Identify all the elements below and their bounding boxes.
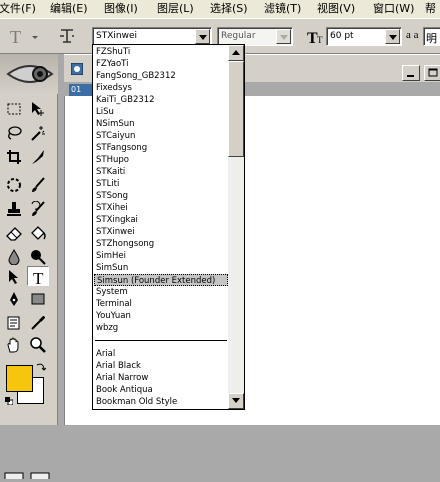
history-brush-icon[interactable]	[27, 199, 49, 219]
hand-icon[interactable]	[3, 335, 25, 355]
font-list: FZShuTi FZYaoTi FangSong_GB2312 Fixedsys…	[93, 45, 229, 409]
svg-text:T: T	[10, 27, 21, 47]
chevron-down-icon[interactable]	[195, 29, 210, 44]
font-option[interactable]: STXinwei	[94, 226, 228, 238]
font-option[interactable]: STXingkai	[94, 214, 228, 226]
font-option[interactable]: STZhongsong	[94, 238, 228, 250]
font-option[interactable]: STHupo	[94, 154, 228, 166]
scroll-down-button[interactable]	[228, 393, 244, 409]
font-option[interactable]: wbzg	[94, 322, 228, 334]
foreground-color-swatch[interactable]	[6, 365, 33, 392]
maximize-button[interactable]	[424, 65, 440, 81]
font-option[interactable]: STKaiti	[94, 166, 228, 178]
zoom-icon[interactable]	[27, 335, 49, 355]
font-option[interactable]: FangSong_GB2312	[94, 70, 228, 82]
font-option[interactable]: LiSu	[94, 106, 228, 118]
menu-help[interactable]: 帮	[425, 2, 436, 16]
svg-text:T: T	[317, 35, 323, 45]
rectangle-icon[interactable]	[27, 289, 49, 309]
font-option[interactable]: FZYaoTi	[94, 58, 228, 70]
font-option[interactable]: STLiti	[94, 178, 228, 190]
scroll-thumb[interactable]	[228, 61, 244, 157]
chevron-down-icon[interactable]	[385, 29, 400, 44]
font-option[interactable]: STSong	[94, 190, 228, 202]
font-option[interactable]: SimHei	[94, 250, 228, 262]
menu-view[interactable]: 视图(V)	[317, 2, 355, 16]
slice-icon[interactable]	[27, 147, 49, 167]
font-option[interactable]: Terminal	[94, 298, 228, 310]
menu-layer[interactable]: 图层(L)	[157, 2, 194, 16]
menu-bar: 文件(F) 编辑(E) 图像(I) 图层(L) 选择(S) 滤镜(T) 视图(V…	[0, 0, 440, 18]
clone-stamp-icon[interactable]	[3, 199, 25, 219]
font-style-value: Regular	[221, 31, 256, 41]
eraser-icon[interactable]	[3, 223, 25, 243]
document-tab[interactable]: 01	[69, 84, 93, 96]
eye-logo-icon[interactable]	[6, 60, 54, 91]
notes-icon[interactable]	[3, 313, 25, 333]
anti-alias-value: 明	[426, 32, 437, 45]
toolbox-header	[0, 54, 58, 94]
toolbox: T	[0, 54, 58, 481]
font-option[interactable]: Fixedsys	[94, 82, 228, 94]
font-option[interactable]: Arial	[94, 348, 228, 360]
font-option[interactable]: Arial Narrow	[94, 372, 228, 384]
menu-file[interactable]: 文件(F)	[0, 2, 36, 16]
marquee-icon[interactable]	[3, 99, 25, 119]
menu-select[interactable]: 选择(S)	[210, 2, 248, 16]
crop-icon[interactable]	[3, 147, 25, 167]
font-option[interactable]: Book Antiqua	[94, 384, 228, 396]
paint-bucket-icon[interactable]	[27, 223, 49, 243]
document-tab-label: 01	[71, 85, 82, 94]
swap-colors-icon[interactable]	[36, 362, 47, 375]
font-option-selected[interactable]: Simsun (Founder Extended)	[94, 274, 228, 286]
anti-alias-label: a a	[406, 29, 419, 41]
healing-brush-icon[interactable]	[3, 175, 25, 195]
menu-image[interactable]: 图像(I)	[104, 2, 138, 16]
menu-edit[interactable]: 编辑(E)	[50, 2, 88, 16]
lasso-icon[interactable]	[3, 123, 25, 143]
minimize-button[interactable]	[402, 65, 420, 81]
font-size-value: 60 pt	[330, 31, 354, 41]
font-list-scrollbar[interactable]	[228, 45, 244, 409]
move-icon[interactable]	[27, 99, 49, 119]
font-option[interactable]: STFangsong	[94, 142, 228, 154]
scroll-up-button[interactable]	[228, 45, 244, 61]
document-icon	[70, 62, 84, 76]
svg-text:T: T	[33, 269, 44, 285]
brush-icon[interactable]	[27, 175, 49, 195]
font-family-dropdown[interactable]: FZShuTi FZYaoTi FangSong_GB2312 Fixedsys…	[92, 44, 245, 410]
font-size-icon: T T	[307, 28, 325, 47]
default-colors-icon[interactable]	[5, 397, 14, 408]
font-option[interactable]: STXihei	[94, 202, 228, 214]
chevron-down-icon[interactable]	[276, 29, 291, 44]
dodge-icon[interactable]	[27, 247, 49, 267]
menu-filter[interactable]: 滤镜(T)	[264, 2, 301, 16]
type-icon[interactable]: T	[27, 266, 49, 286]
text-orientation-icon[interactable]	[58, 26, 78, 46]
eyedropper-icon[interactable]	[27, 313, 49, 333]
font-list-divider	[95, 340, 227, 341]
font-option[interactable]: YouYuan	[94, 310, 228, 322]
font-family-value: STXinwei	[96, 31, 137, 41]
magic-wand-icon[interactable]	[27, 123, 49, 143]
anti-alias-select[interactable]: 明	[423, 27, 440, 46]
blur-icon[interactable]	[3, 247, 25, 267]
font-option[interactable]: KaiTi_GB2312	[94, 94, 228, 106]
font-option[interactable]: Arial Black	[94, 360, 228, 372]
font-option[interactable]: NSimSun	[94, 118, 228, 130]
mask-mode-buttons[interactable]	[4, 472, 54, 481]
pen-icon[interactable]	[3, 289, 25, 309]
font-option[interactable]: SimSun	[94, 262, 228, 274]
font-size-select[interactable]: 60 pt	[326, 27, 402, 46]
tool-preset-type-icon[interactable]: T	[8, 26, 40, 48]
font-option[interactable]: STCaiyun	[94, 130, 228, 142]
font-option[interactable]: FZShuTi	[94, 46, 228, 58]
menu-window[interactable]: 窗口(W)	[373, 2, 414, 16]
path-select-icon[interactable]	[3, 267, 25, 287]
font-option[interactable]: Bookman Old Style	[94, 396, 228, 408]
font-option[interactable]: System	[94, 286, 228, 298]
